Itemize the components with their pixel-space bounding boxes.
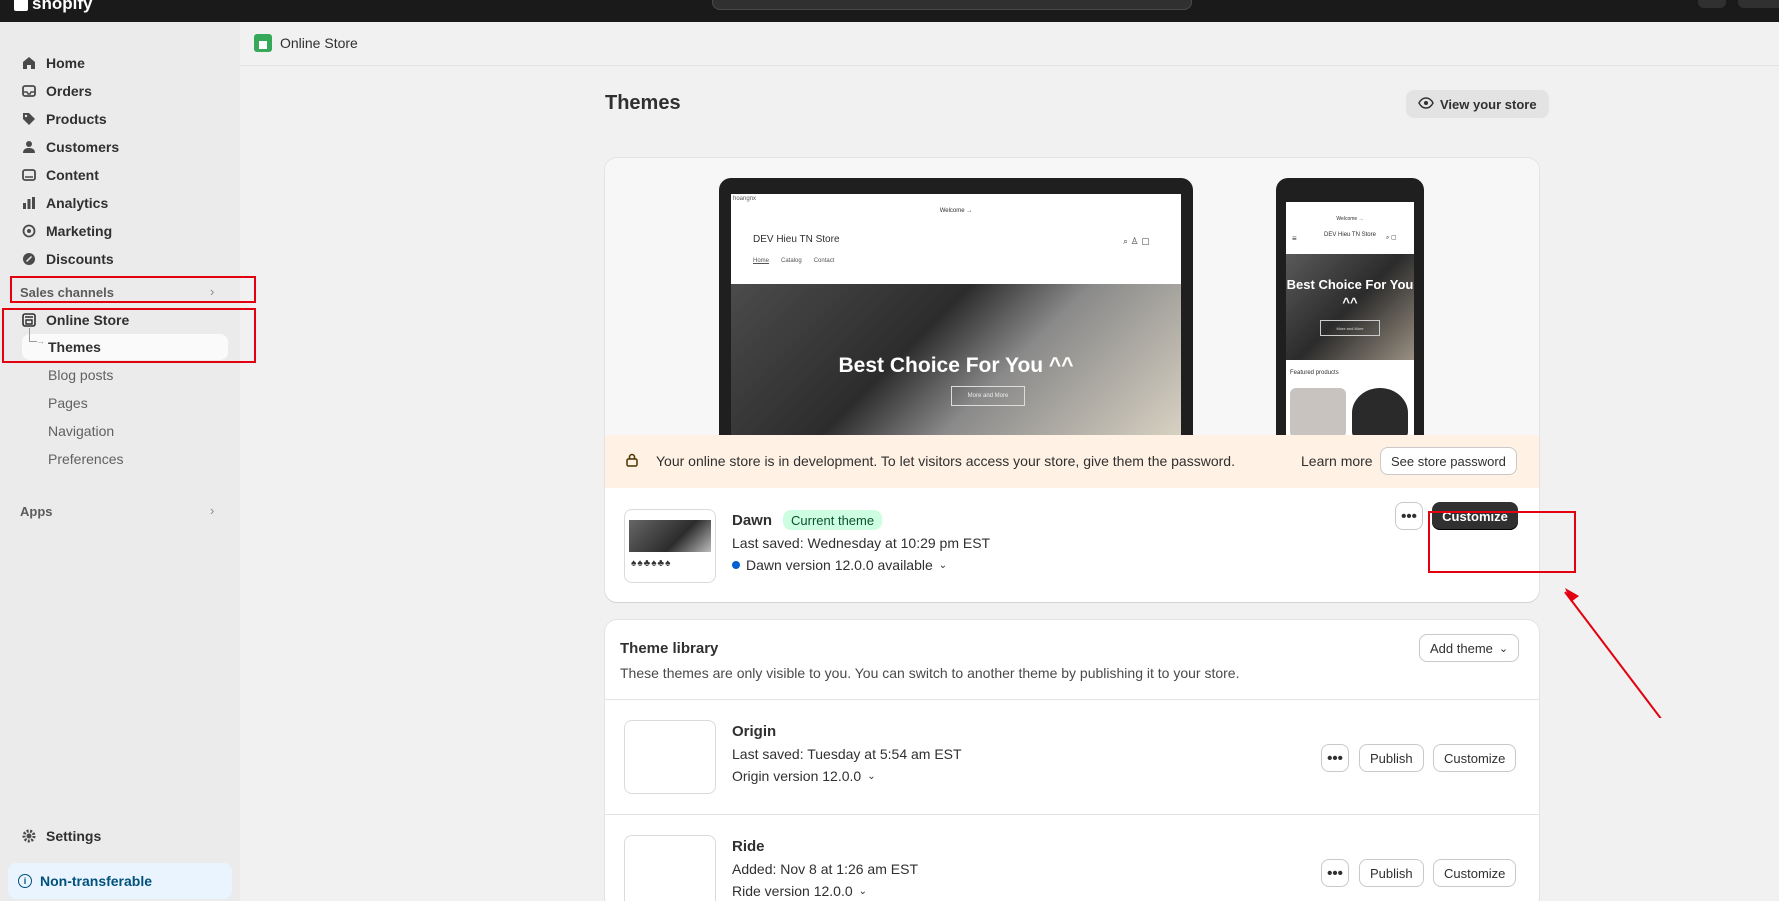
see-store-password-button[interactable]: See store password bbox=[1380, 447, 1517, 475]
nav-analytics[interactable]: Analytics bbox=[22, 191, 108, 215]
nav-products[interactable]: Products bbox=[22, 107, 107, 131]
annotation-arrow-icon bbox=[1564, 588, 1662, 718]
current-theme-more-button[interactable]: ••• bbox=[1395, 502, 1423, 530]
dawn-version-dropdown[interactable]: Dawn version 12.0.0 available ⌄ bbox=[732, 557, 947, 573]
bar-chart-icon bbox=[22, 196, 36, 210]
nav-blog-posts[interactable]: Blog posts bbox=[48, 367, 113, 383]
ride-version-dropdown[interactable]: Ride version 12.0.0 ⌄ bbox=[732, 883, 867, 899]
nav-pages[interactable]: Pages bbox=[48, 395, 88, 411]
product-image bbox=[1352, 388, 1408, 435]
nav-orders[interactable]: Orders bbox=[22, 79, 92, 103]
nav-settings[interactable]: Settings bbox=[22, 824, 101, 848]
non-transferable-badge[interactable]: i Non-transferable bbox=[8, 863, 232, 899]
origin-customize-button[interactable]: Customize bbox=[1433, 744, 1517, 772]
tag-icon bbox=[22, 112, 36, 126]
development-banner: Your online store is in development. To … bbox=[605, 435, 1539, 488]
nav-home[interactable]: Home bbox=[22, 51, 85, 75]
nav-discounts[interactable]: Discounts bbox=[22, 247, 114, 271]
thumbnail-hero bbox=[629, 520, 711, 552]
current-theme-last-saved: Last saved: Wednesday at 10:29 pm EST bbox=[732, 535, 991, 551]
phone-header-icons: ⌕ ▢ bbox=[1386, 235, 1397, 241]
chevron-down-icon: ⌄ bbox=[867, 770, 876, 782]
view-store-button[interactable]: View your store bbox=[1406, 90, 1549, 118]
nav-preferences[interactable]: Preferences bbox=[48, 451, 123, 467]
theme-meta-origin: Last saved: Tuesday at 5:54 am EST bbox=[732, 746, 962, 762]
person-icon bbox=[22, 140, 36, 154]
top-bar: shopify bbox=[0, 0, 1779, 22]
theme-library-card: Theme library These themes are only visi… bbox=[605, 620, 1539, 901]
notification-button[interactable] bbox=[1698, 0, 1726, 8]
online-store-icon bbox=[254, 34, 272, 52]
shopify-logo[interactable]: shopify bbox=[14, 0, 92, 14]
discount-icon bbox=[22, 252, 36, 266]
update-dot-icon bbox=[732, 561, 740, 569]
ride-more-button[interactable]: ••• bbox=[1321, 859, 1349, 887]
apps-chevron-icon[interactable]: › bbox=[210, 503, 214, 518]
origin-more-button[interactable]: ••• bbox=[1321, 744, 1349, 772]
gear-icon bbox=[22, 829, 36, 843]
theme-name-ride: Ride bbox=[732, 838, 765, 855]
shopify-bag-icon bbox=[14, 0, 28, 11]
theme-library-title: Theme library bbox=[620, 640, 719, 657]
page-title: Themes bbox=[605, 92, 681, 114]
learn-more-link[interactable]: Learn more bbox=[1301, 453, 1373, 469]
laptop-preview: hoangnx Welcome → DEV Hieu TN Store ⌕ ♙ … bbox=[719, 178, 1193, 435]
chevron-down-icon: ⌄ bbox=[938, 559, 948, 571]
theme-library-description: These themes are only visible to you. Yo… bbox=[620, 665, 1240, 681]
dawn-thumbnail[interactable]: ♠♠♣♠♣♠ bbox=[624, 509, 716, 583]
phone-screen: Welcome → ≡ DEV Hieu TN Store ⌕ ▢ Best C… bbox=[1286, 202, 1414, 435]
nav-customers[interactable]: Customers bbox=[22, 135, 119, 159]
inbox-icon bbox=[22, 84, 36, 98]
ride-thumbnail[interactable] bbox=[624, 835, 716, 901]
current-theme-badge: Current theme bbox=[783, 510, 883, 530]
sidebar: Home Orders Products Customers Content A… bbox=[0, 22, 240, 901]
eye-icon bbox=[1418, 96, 1434, 112]
target-icon bbox=[22, 224, 36, 238]
theme-preview[interactable]: hoangnx Welcome → DEV Hieu TN Store ⌕ ♙ … bbox=[605, 158, 1539, 435]
theme-name-origin: Origin bbox=[732, 723, 777, 740]
annotation-box-sales-channels bbox=[10, 276, 256, 303]
breadcrumb[interactable]: Online Store bbox=[254, 34, 358, 52]
laptop-screen: hoangnx Welcome → DEV Hieu TN Store ⌕ ♙ … bbox=[731, 194, 1181, 435]
current-theme-card: hoangnx Welcome → DEV Hieu TN Store ⌕ ♙ … bbox=[605, 158, 1539, 602]
chevron-down-icon: ⌄ bbox=[1498, 642, 1509, 655]
home-icon bbox=[22, 56, 36, 70]
search-bar[interactable] bbox=[712, 0, 1192, 10]
image-icon bbox=[22, 168, 36, 182]
header-divider bbox=[240, 65, 1779, 66]
lock-icon bbox=[625, 453, 639, 467]
current-theme-name: Dawn bbox=[732, 512, 773, 529]
nav-content[interactable]: Content bbox=[22, 163, 99, 187]
apps-label[interactable]: Apps bbox=[20, 504, 53, 519]
ride-publish-button[interactable]: Publish bbox=[1359, 859, 1424, 887]
nav-marketing[interactable]: Marketing bbox=[22, 219, 112, 243]
annotation-box-customize bbox=[1428, 511, 1576, 573]
annotation-box-online-store bbox=[2, 308, 256, 363]
library-row-divider bbox=[605, 814, 1539, 815]
library-divider bbox=[605, 699, 1539, 700]
account-button[interactable] bbox=[1738, 0, 1779, 8]
origin-version-dropdown[interactable]: Origin version 12.0.0 ⌄ bbox=[732, 768, 876, 784]
origin-thumbnail[interactable] bbox=[624, 720, 716, 794]
product-image bbox=[1290, 388, 1346, 435]
preview-header-icons: ⌕ ♙ ▢ bbox=[1123, 236, 1150, 246]
chevron-down-icon: ⌄ bbox=[858, 885, 868, 897]
info-icon: i bbox=[18, 874, 32, 888]
theme-meta-ride: Added: Nov 8 at 1:26 am EST bbox=[732, 861, 918, 877]
origin-publish-button[interactable]: Publish bbox=[1359, 744, 1424, 772]
ride-customize-button[interactable]: Customize bbox=[1433, 859, 1517, 887]
thumbnail-products: ♠♠♣♠♣♠ bbox=[631, 558, 672, 569]
add-theme-button[interactable]: Add theme ⌄ bbox=[1419, 634, 1520, 662]
phone-preview: Welcome → ≡ DEV Hieu TN Store ⌕ ▢ Best C… bbox=[1276, 178, 1424, 435]
menu-icon: ≡ bbox=[1292, 234, 1297, 243]
nav-navigation[interactable]: Navigation bbox=[48, 423, 114, 439]
